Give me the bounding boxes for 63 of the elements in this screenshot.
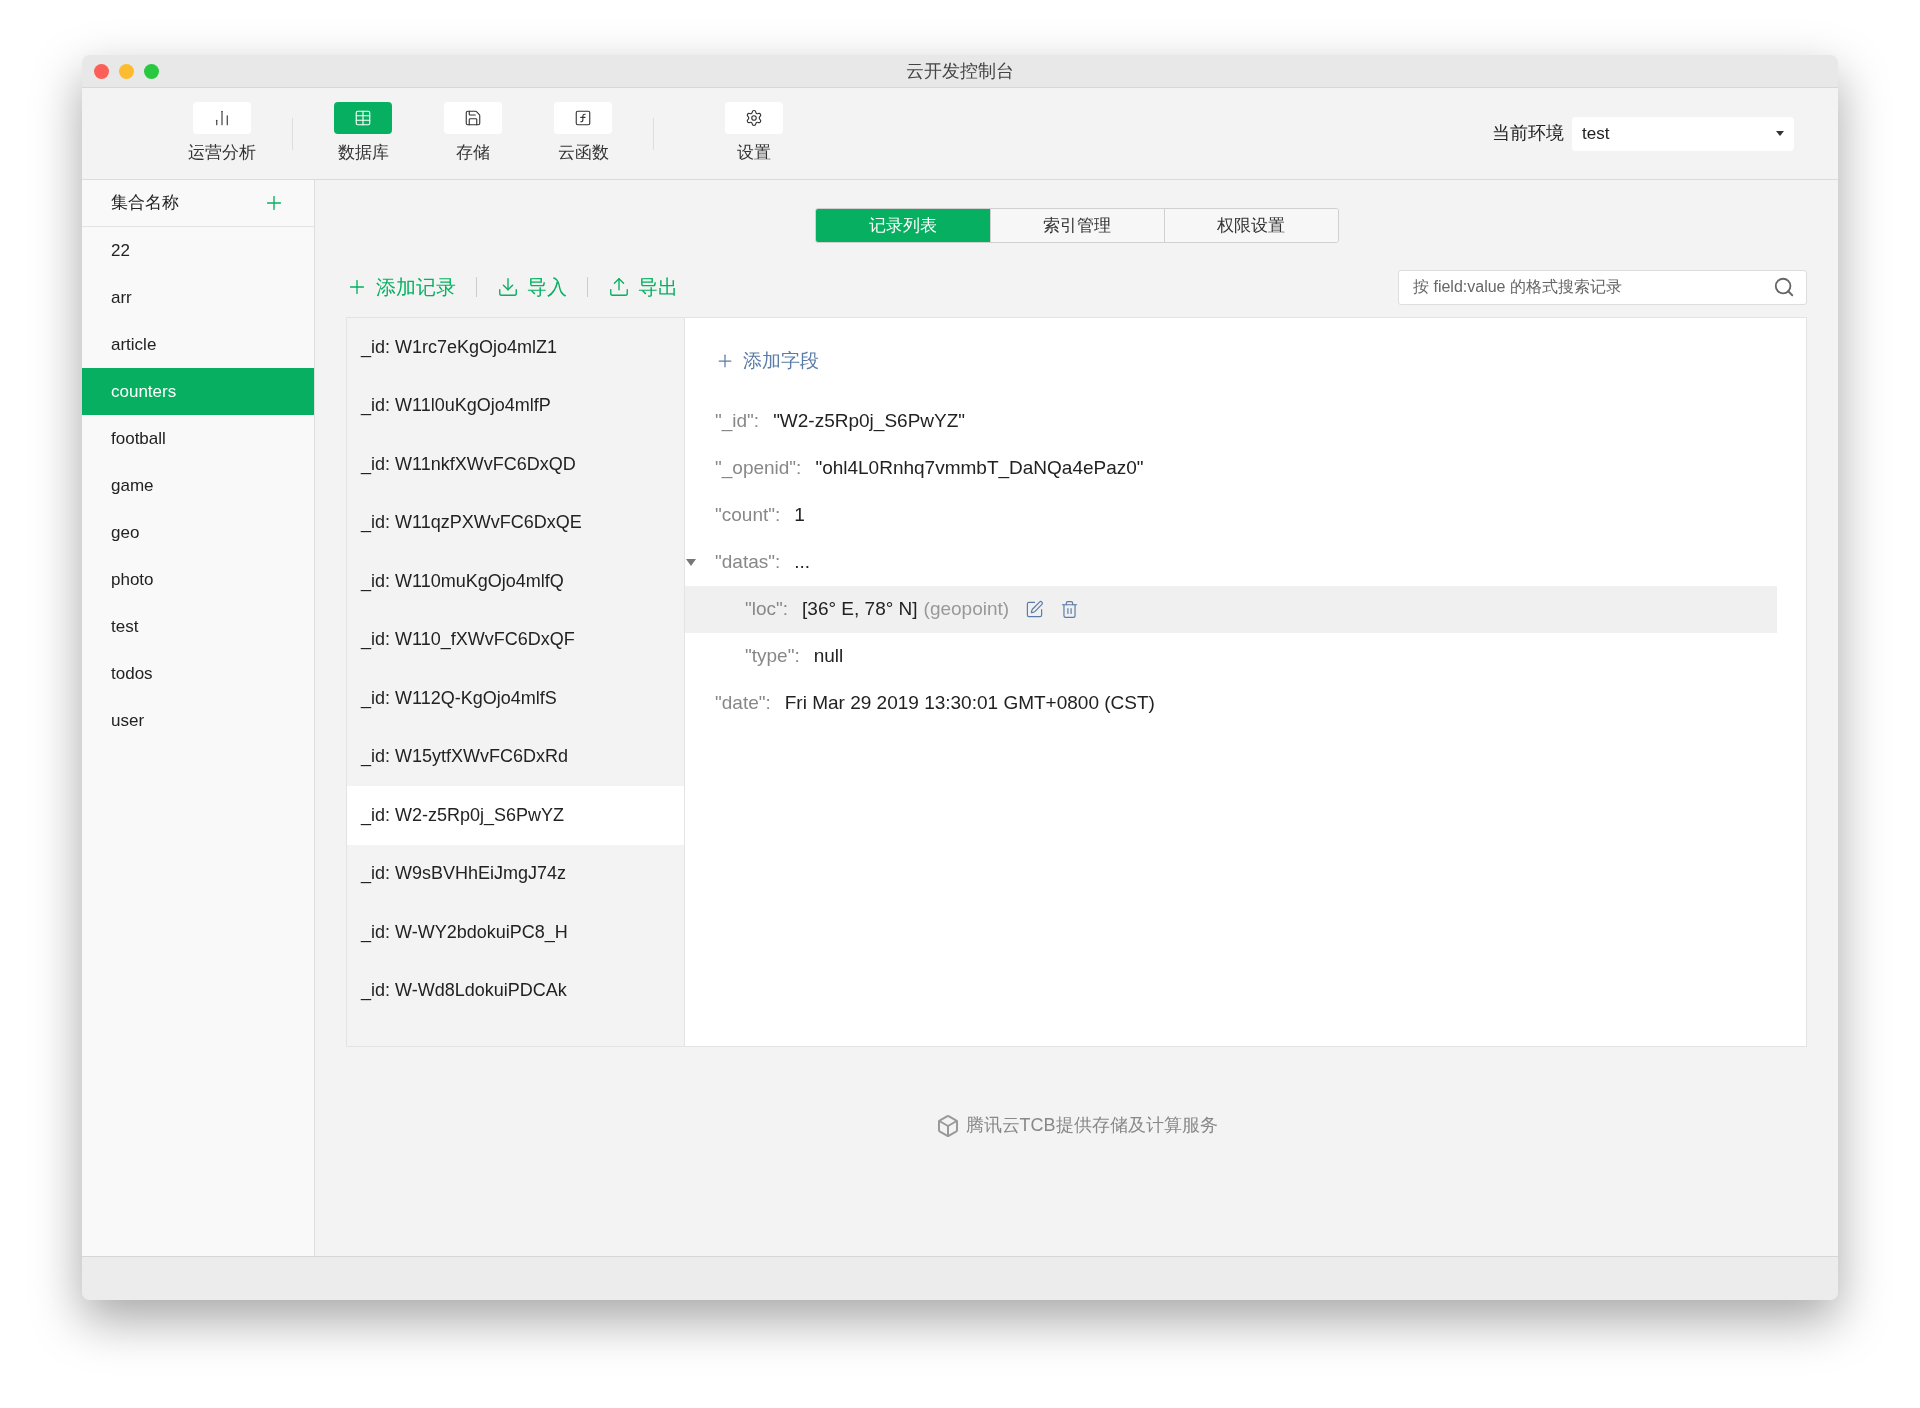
toolbar-tab[interactable]: 运营分析 <box>182 101 262 166</box>
collection-item[interactable]: user <box>82 697 314 744</box>
record-item[interactable]: _id: W9sBVHhEiJmgJ74z <box>347 844 684 903</box>
record-item[interactable]: _id: W11nkfXWvFC6DxQD <box>347 435 684 494</box>
toolbar-tab[interactable]: 数据库 <box>323 101 403 166</box>
collection-item[interactable]: 22 <box>82 227 314 274</box>
record-item[interactable]: _id: W1rc7eKgOjo4mlZ1 <box>347 318 684 377</box>
collection-item[interactable]: article <box>82 321 314 368</box>
collection-item[interactable]: photo <box>82 556 314 603</box>
bar-chart-icon <box>213 108 231 127</box>
field-key: "_openid": <box>715 454 802 483</box>
field-type: (geopoint) <box>923 597 1010 622</box>
sidebar-title: 集合名称 <box>111 192 179 215</box>
cube-icon <box>935 1113 960 1138</box>
field-value: 1 <box>794 503 805 528</box>
field-value: null <box>813 644 844 669</box>
field-key: "datas": <box>715 548 781 577</box>
tab[interactable]: 权限设置 <box>1163 209 1338 242</box>
record-item[interactable]: _id: W112Q-KgOjo4mlfS <box>347 669 684 728</box>
toolbar-tab[interactable]: 云函数 <box>543 101 623 166</box>
field-value: Fri Mar 29 2019 13:30:01 GMT+0800 (CST) <box>784 691 1155 716</box>
environment-dropdown[interactable]: test <box>1572 116 1794 151</box>
footer-text: 腾讯云TCB提供存储及计算服务 <box>965 1114 1218 1137</box>
field-key: "_id": <box>715 407 760 436</box>
table-icon <box>354 108 372 127</box>
collection-item[interactable]: test <box>82 603 314 650</box>
close-window-button[interactable] <box>94 63 109 79</box>
field-key: "count": <box>715 501 781 530</box>
trash-icon[interactable] <box>1060 600 1080 619</box>
toolbar-tab[interactable]: 存储 <box>433 101 513 166</box>
record-item[interactable]: _id: W11l0uKgOjo4mlfP <box>347 376 684 435</box>
collection-item[interactable]: geo <box>82 509 314 556</box>
record-item[interactable]: _id: W110_fXWvFC6DxQF <box>347 610 684 669</box>
collection-item[interactable]: game <box>82 462 314 509</box>
toolbar-tab[interactable]: 设置 <box>714 101 794 166</box>
record-item[interactable]: _id: W-WY2bdokuiPC8_H <box>347 903 684 962</box>
add-field-link[interactable]: 添加字段 <box>715 346 819 376</box>
search-field[interactable]: 按 field:value 的格式搜索记录 <box>1398 269 1807 305</box>
field-key: "loc": <box>745 595 789 624</box>
collection-item[interactable]: arr <box>82 274 314 321</box>
field-value: "ohl4L0Rnhq7vmmbT_DaNQa4ePaz0" <box>815 456 1144 481</box>
search-icon[interactable] <box>1773 275 1795 298</box>
caret-icon <box>1776 131 1784 136</box>
collection-item[interactable]: todos <box>82 650 314 697</box>
window-title: 云开发控制台 <box>906 59 1014 83</box>
function-icon <box>574 108 592 127</box>
field-key: "date": <box>715 689 771 718</box>
edit-icon[interactable] <box>1025 600 1045 619</box>
record-item[interactable]: _id: W11qzPXWvFC6DxQE <box>347 493 684 552</box>
field-key: "type": <box>745 642 800 671</box>
settings-icon <box>745 108 763 127</box>
field-value: ... <box>794 550 811 575</box>
environment-label: 当前环境 <box>1492 122 1564 145</box>
upload-icon <box>608 276 630 298</box>
record-item[interactable]: _id: W15ytfXWvFC6DxRd <box>347 727 684 786</box>
collection-item[interactable]: football <box>82 415 314 462</box>
record-item[interactable]: _id: W-Wd8LdokuiPDCAk <box>347 961 684 1020</box>
download-icon <box>497 276 519 298</box>
record-item[interactable]: _id: W2-z5Rp0j_S6PwYZ <box>347 786 684 845</box>
tab[interactable]: 索引管理 <box>989 209 1164 242</box>
field-value: "W2-z5Rp0j_S6PwYZ" <box>773 409 966 434</box>
field-value: [36° E, 78° N] <box>802 597 918 622</box>
record-item[interactable]: _id: W110muKgOjo4mlfQ <box>347 552 684 611</box>
